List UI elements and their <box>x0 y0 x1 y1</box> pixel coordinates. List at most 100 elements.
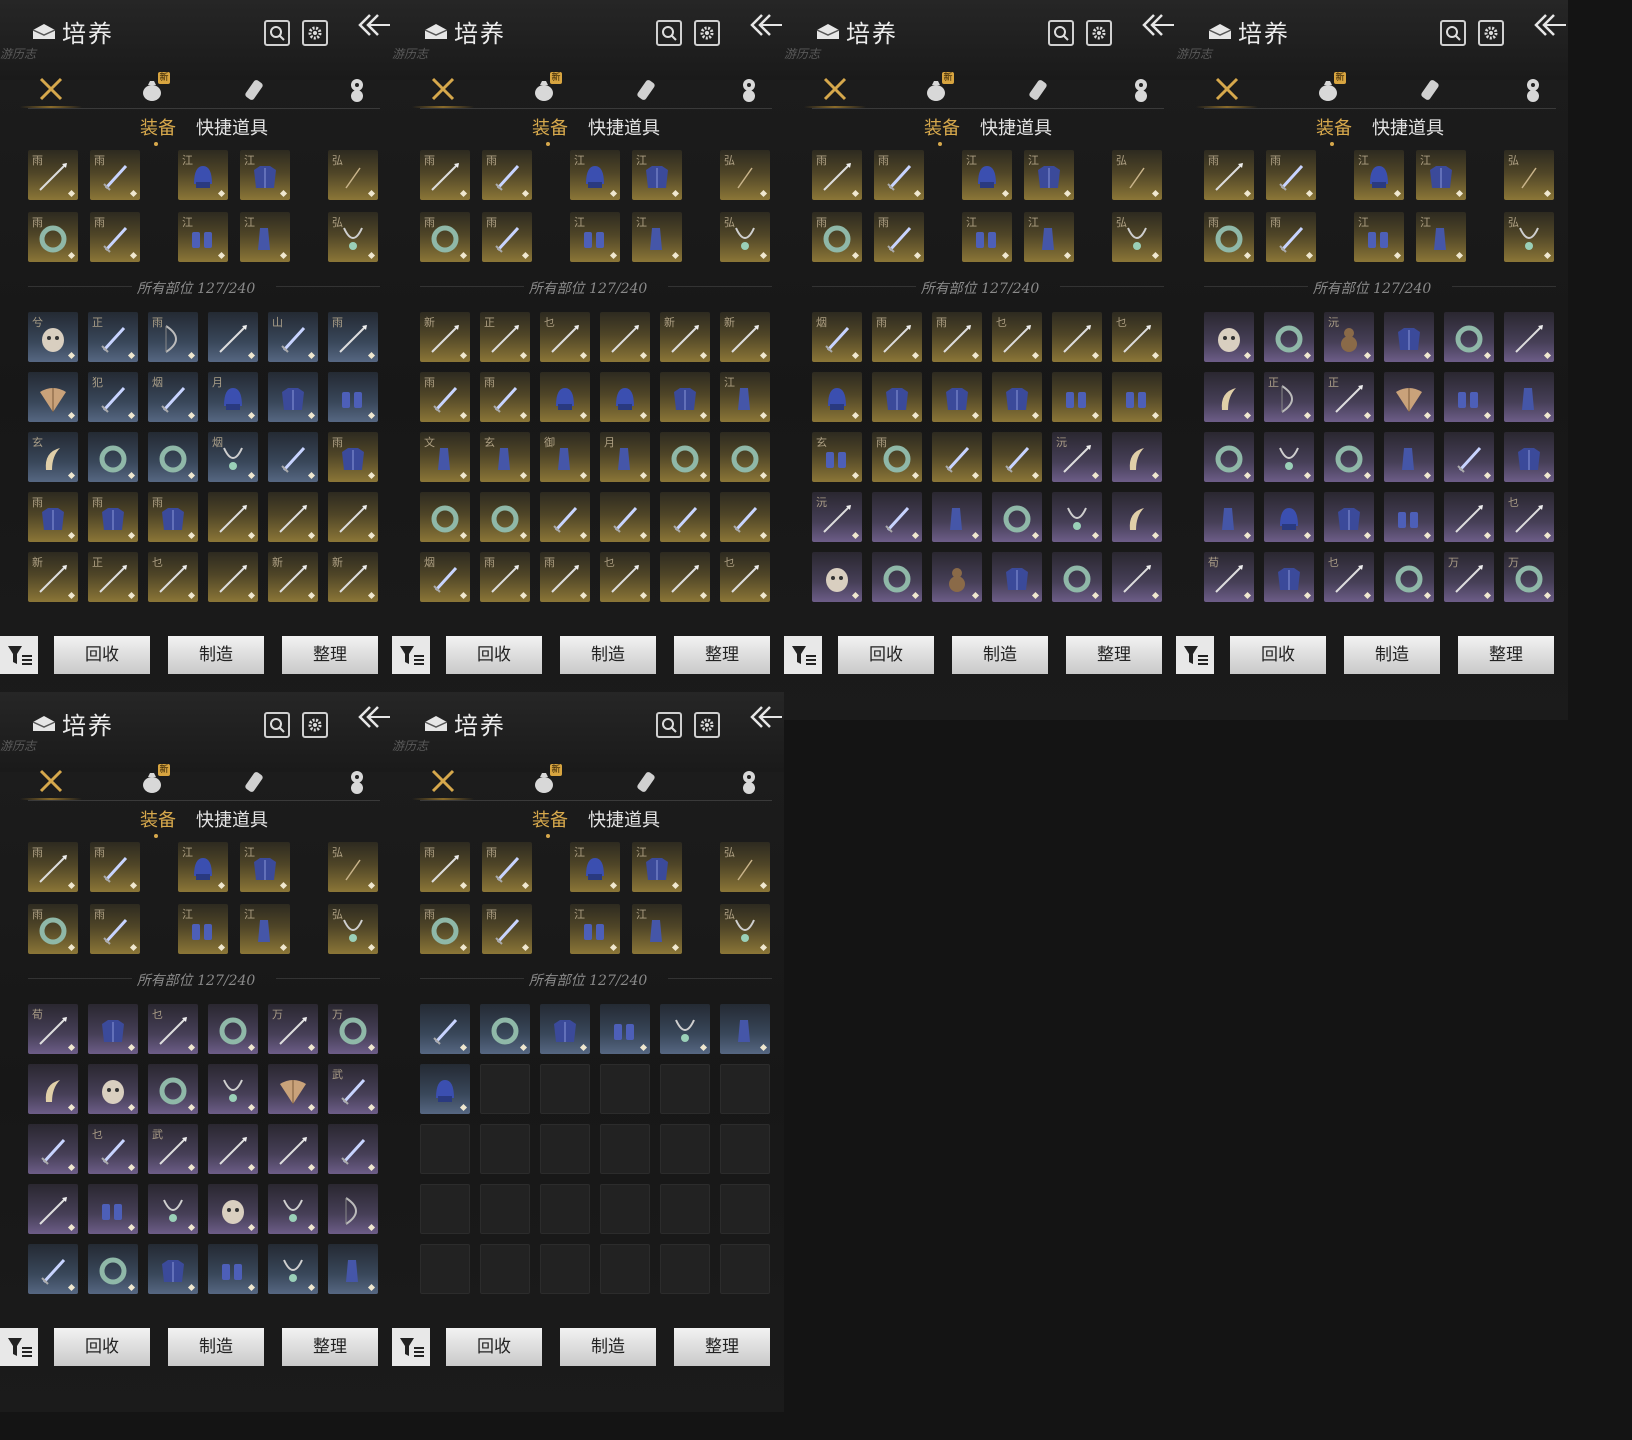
empty-slot[interactable] <box>540 1244 590 1294</box>
equipped-slot[interactable]: 江 <box>178 842 228 892</box>
inventory-slot[interactable] <box>932 432 982 482</box>
inventory-slot[interactable] <box>660 432 710 482</box>
empty-slot[interactable] <box>720 1124 770 1174</box>
inventory-slot[interactable] <box>268 372 318 422</box>
organize-button[interactable]: 整理 <box>1458 636 1554 674</box>
inventory-slot[interactable] <box>1112 492 1162 542</box>
inventory-slot[interactable]: 乜 <box>600 552 650 602</box>
empty-slot[interactable] <box>720 1244 770 1294</box>
inventory-slot[interactable] <box>720 1004 770 1054</box>
back-arrow-icon[interactable] <box>748 704 782 730</box>
inventory-slot[interactable]: 雨 <box>932 312 982 362</box>
search-button[interactable] <box>1440 20 1466 46</box>
inventory-slot[interactable]: 雨 <box>148 312 198 362</box>
inventory-slot[interactable]: 雨 <box>28 492 78 542</box>
inventory-slot[interactable] <box>28 1184 78 1234</box>
inventory-slot[interactable] <box>328 492 378 542</box>
inventory-slot[interactable]: 正 <box>88 312 138 362</box>
settings-button[interactable] <box>302 20 328 46</box>
inventory-slot[interactable] <box>660 1004 710 1054</box>
tab-materials[interactable]: 新 <box>1314 72 1346 104</box>
inventory-slot[interactable] <box>992 432 1042 482</box>
inventory-slot[interactable]: 烟 <box>812 312 862 362</box>
inventory-slot[interactable]: 新 <box>420 312 470 362</box>
equipped-slot[interactable]: 雨 <box>420 150 470 200</box>
equipped-slot[interactable]: 江 <box>570 212 620 262</box>
tab-scrolls[interactable] <box>1416 74 1446 104</box>
equipped-slot[interactable]: 雨 <box>482 150 532 200</box>
craft-button[interactable]: 制造 <box>168 636 264 674</box>
inventory-slot[interactable] <box>540 492 590 542</box>
empty-slot[interactable] <box>420 1124 470 1174</box>
subtab-equipment[interactable]: 装备 <box>1316 114 1352 146</box>
equipped-slot[interactable]: 弘 <box>720 842 770 892</box>
search-button[interactable] <box>1048 20 1074 46</box>
inventory-slot[interactable]: 正 <box>88 552 138 602</box>
inventory-slot[interactable] <box>872 492 922 542</box>
inventory-slot[interactable] <box>1504 432 1554 482</box>
equipped-slot[interactable]: 江 <box>570 150 620 200</box>
empty-slot[interactable] <box>540 1184 590 1234</box>
inventory-slot[interactable] <box>208 1004 258 1054</box>
tab-materials[interactable]: 新 <box>922 72 954 104</box>
inventory-slot[interactable] <box>992 372 1042 422</box>
inventory-slot[interactable]: 雨 <box>480 552 530 602</box>
inventory-slot[interactable]: 沅 <box>812 492 862 542</box>
inventory-slot[interactable]: 御 <box>540 432 590 482</box>
filter-button[interactable] <box>392 1328 430 1366</box>
inventory-slot[interactable] <box>208 1244 258 1294</box>
equipped-slot[interactable]: 江 <box>240 904 290 954</box>
inventory-slot[interactable] <box>1384 492 1434 542</box>
inventory-slot[interactable] <box>1384 312 1434 362</box>
equipped-slot[interactable]: 雨 <box>28 150 78 200</box>
equipped-slot[interactable]: 雨 <box>420 842 470 892</box>
inventory-slot[interactable]: 沅 <box>1052 432 1102 482</box>
inventory-slot[interactable] <box>1444 492 1494 542</box>
settings-button[interactable] <box>694 712 720 738</box>
subtab-equipment[interactable]: 装备 <box>532 806 568 838</box>
inventory-slot[interactable]: 新 <box>28 552 78 602</box>
inventory-slot[interactable]: 雨 <box>872 312 922 362</box>
equipped-slot[interactable]: 江 <box>632 904 682 954</box>
inventory-slot[interactable] <box>600 312 650 362</box>
inventory-slot[interactable] <box>148 1244 198 1294</box>
inventory-slot[interactable] <box>1264 492 1314 542</box>
equipped-slot[interactable]: 雨 <box>28 842 78 892</box>
tab-quest-items[interactable] <box>342 74 372 104</box>
inventory-slot[interactable] <box>88 1244 138 1294</box>
inventory-slot[interactable] <box>268 492 318 542</box>
equipped-slot[interactable]: 弘 <box>720 150 770 200</box>
inventory-slot[interactable] <box>268 1064 318 1114</box>
inventory-slot[interactable]: 新 <box>268 552 318 602</box>
subtab-equipment[interactable]: 装备 <box>924 114 960 146</box>
equipped-slot[interactable]: 雨 <box>482 842 532 892</box>
equipped-slot[interactable]: 江 <box>1024 150 1074 200</box>
equipped-slot[interactable]: 江 <box>240 150 290 200</box>
inventory-slot[interactable]: 雨 <box>480 372 530 422</box>
settings-button[interactable] <box>694 20 720 46</box>
tab-quest-items[interactable] <box>734 766 764 796</box>
inventory-slot[interactable]: 山 <box>268 312 318 362</box>
inventory-slot[interactable] <box>1504 312 1554 362</box>
inventory-slot[interactable] <box>1444 372 1494 422</box>
back-arrow-icon[interactable] <box>748 12 782 38</box>
inventory-slot[interactable]: 雨 <box>420 372 470 422</box>
inventory-slot[interactable] <box>1384 552 1434 602</box>
equipped-slot[interactable]: 雨 <box>28 904 78 954</box>
equipped-slot[interactable]: 雨 <box>90 904 140 954</box>
empty-slot[interactable] <box>600 1124 650 1174</box>
inventory-slot[interactable] <box>1504 372 1554 422</box>
inventory-slot[interactable] <box>268 1184 318 1234</box>
search-button[interactable] <box>656 712 682 738</box>
empty-slot[interactable] <box>600 1064 650 1114</box>
inventory-slot[interactable] <box>148 1184 198 1234</box>
empty-slot[interactable] <box>720 1184 770 1234</box>
inventory-slot[interactable] <box>932 552 982 602</box>
empty-slot[interactable] <box>480 1244 530 1294</box>
equipped-slot[interactable]: 江 <box>1354 212 1404 262</box>
inventory-slot[interactable]: 雨 <box>88 492 138 542</box>
equipped-slot[interactable]: 弘 <box>720 904 770 954</box>
inventory-slot[interactable] <box>1052 492 1102 542</box>
empty-slot[interactable] <box>660 1124 710 1174</box>
tab-scrolls[interactable] <box>240 74 270 104</box>
